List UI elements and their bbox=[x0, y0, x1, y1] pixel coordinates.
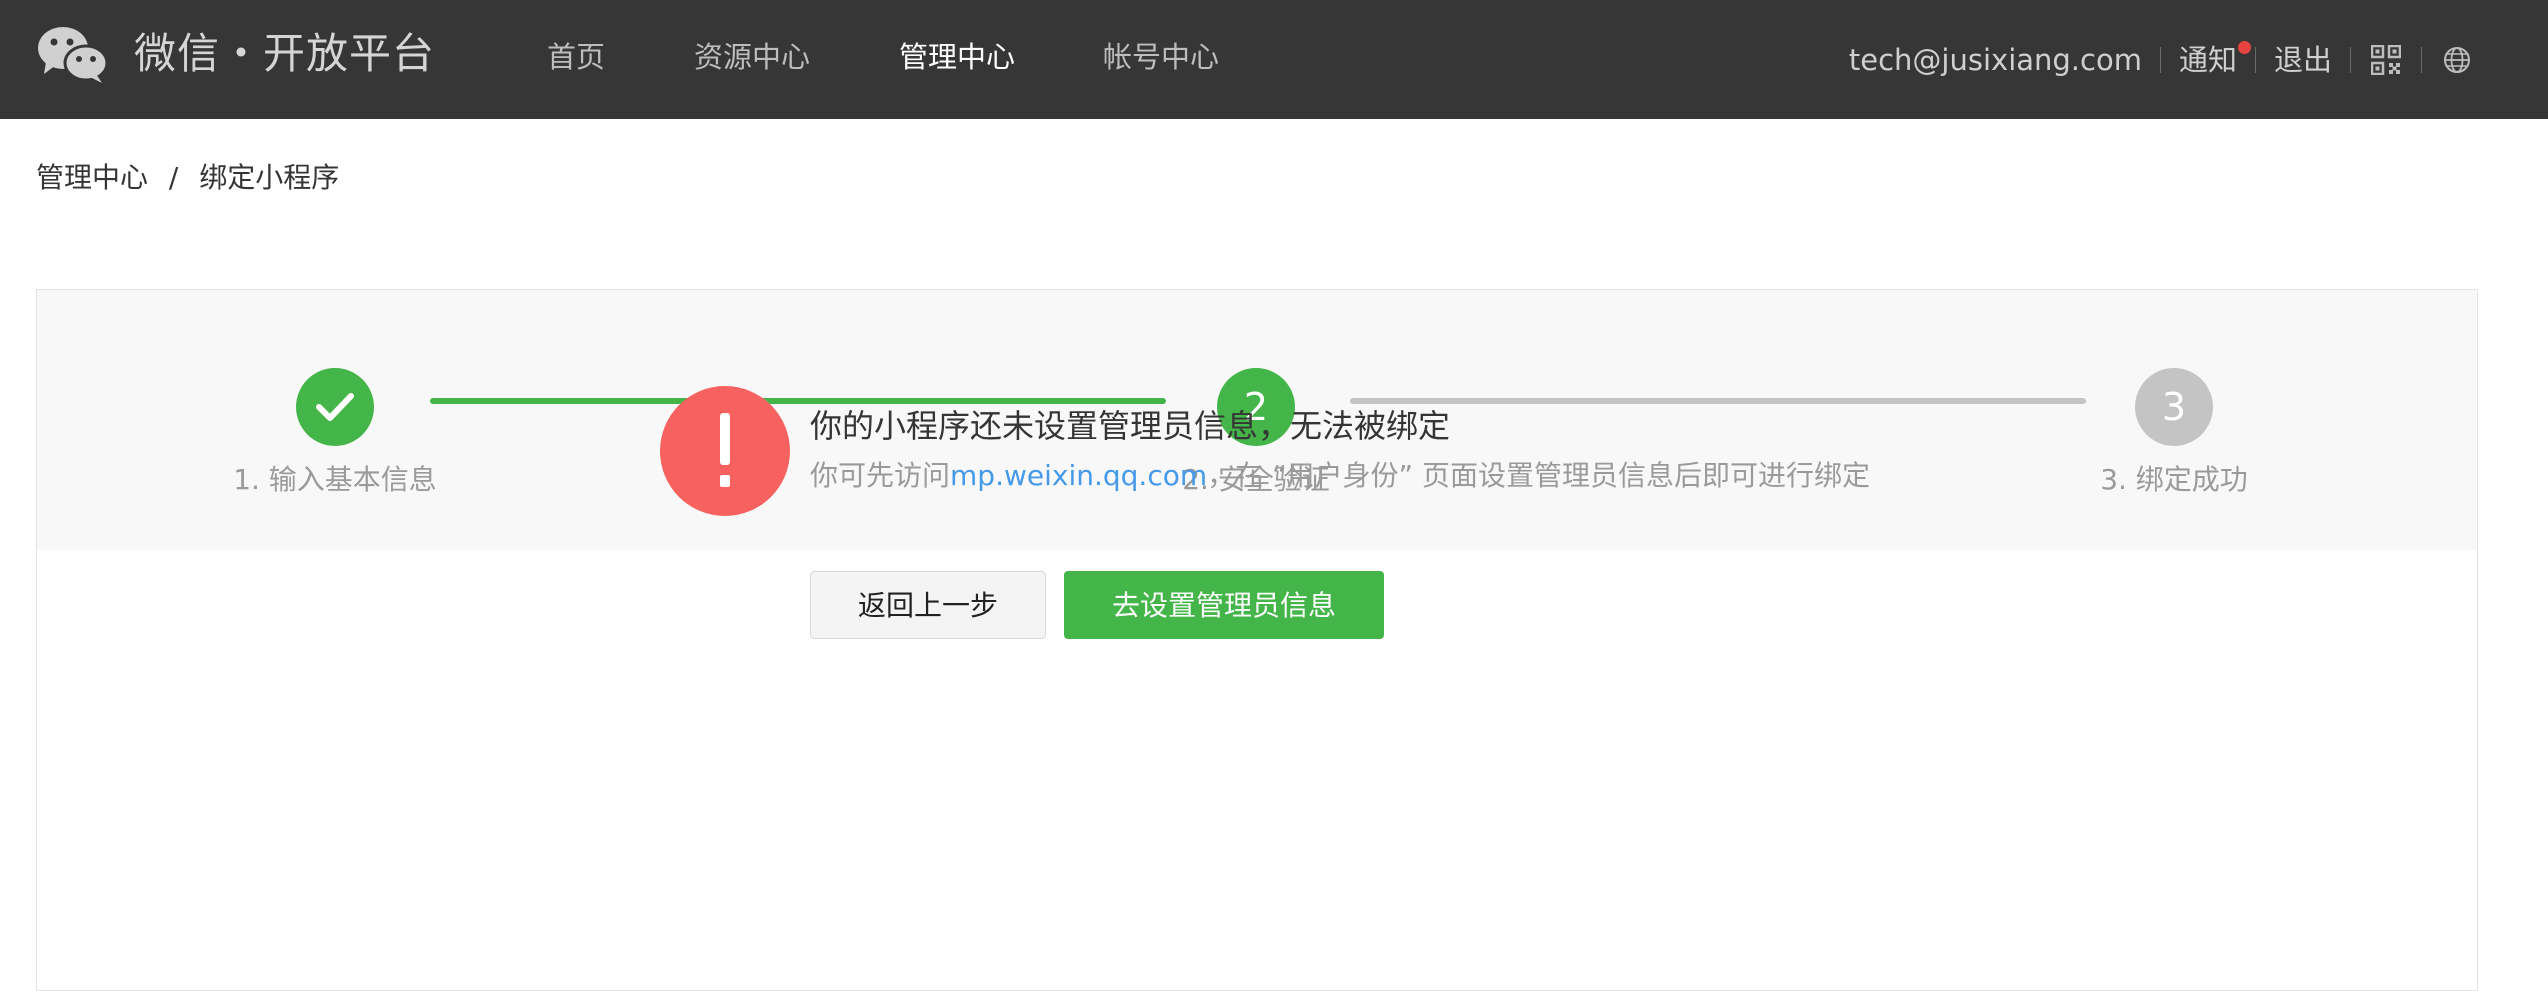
qrcode-icon bbox=[2371, 44, 2401, 75]
bind-panel: 1. 输入基本信息 2 2. 安全验证 3 3. 绑定成功 bbox=[36, 289, 2478, 991]
breadcrumb: 管理中心 / 绑定小程序 bbox=[36, 160, 339, 196]
message-desc-prefix: 你可先访问 bbox=[810, 459, 951, 492]
back-button[interactable]: 返回上一步 bbox=[810, 571, 1046, 639]
top-navigation-bar: 微信・开放平台 首页 资源中心 管理中心 帐号中心 tech@jusixiang… bbox=[0, 0, 2548, 119]
message-desc-suffix: ，在 “用户身份” 页面设置管理员信息后即可进行绑定 bbox=[1207, 459, 1870, 492]
logout-link[interactable]: 退出 bbox=[2256, 43, 2350, 77]
message-description: 你可先访问mp.weixin.qq.com，在 “用户身份” 页面设置管理员信息… bbox=[810, 456, 1870, 496]
wechat-logo-icon[interactable] bbox=[36, 24, 108, 84]
step-3-circle: 3 bbox=[2135, 368, 2213, 446]
notify-link[interactable]: 通知 bbox=[2161, 40, 2255, 77]
nav-account-center[interactable]: 帐号中心 bbox=[1103, 0, 1219, 119]
warning-icon bbox=[660, 386, 790, 516]
header-user-area: tech@jusixiang.com 通知 退出 bbox=[1831, 0, 2492, 119]
mp-weixin-link[interactable]: mp.weixin.qq.com bbox=[950, 459, 1207, 492]
setup-admin-button[interactable]: 去设置管理员信息 bbox=[1064, 571, 1384, 639]
nav-resource-center[interactable]: 资源中心 bbox=[694, 0, 810, 119]
step-1-circle bbox=[296, 368, 374, 446]
brand-title[interactable]: 微信・开放平台 bbox=[134, 24, 435, 84]
notify-dot bbox=[2237, 40, 2251, 54]
breadcrumb-parent[interactable]: 管理中心 bbox=[36, 161, 148, 194]
checkmark-icon bbox=[316, 393, 354, 421]
globe-icon bbox=[2444, 46, 2470, 73]
nav-management-center[interactable]: 管理中心 bbox=[899, 0, 1015, 119]
qrcode-button[interactable] bbox=[2351, 43, 2421, 77]
breadcrumb-separator: / bbox=[168, 161, 179, 194]
nav-home[interactable]: 首页 bbox=[547, 0, 605, 119]
language-button[interactable] bbox=[2422, 43, 2492, 77]
step-line-pending bbox=[1350, 398, 2086, 404]
step-1-label: 1. 输入基本信息 bbox=[233, 463, 437, 496]
step-3-label: 3. 绑定成功 bbox=[2100, 463, 2248, 496]
breadcrumb-current: 绑定小程序 bbox=[199, 161, 340, 194]
account-email[interactable]: tech@jusixiang.com bbox=[1831, 43, 2160, 77]
message-title: 你的小程序还未设置管理员信息，无法被绑定 bbox=[810, 407, 1451, 445]
notify-label: 通知 bbox=[2178, 42, 2237, 77]
